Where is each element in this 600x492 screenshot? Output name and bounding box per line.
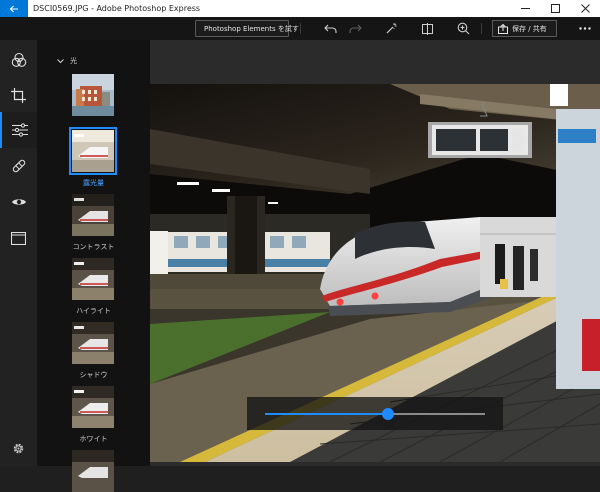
more-button[interactable] [576, 20, 594, 37]
thumb-label: シャドウ [79, 371, 108, 379]
contrast-thumbnail [72, 194, 114, 236]
undo-icon [323, 24, 337, 33]
exposure-slider-panel [247, 397, 503, 430]
window-title: DSCI0569.JPG - Adobe Photoshop Express [33, 4, 201, 13]
thumb-label: コントラスト [72, 243, 115, 251]
rail-item-filters[interactable] [0, 42, 37, 78]
close-icon [580, 4, 590, 13]
back-button[interactable] [0, 0, 28, 17]
exposure-slider-track[interactable] [265, 408, 485, 420]
rail-item-red-eye[interactable] [0, 184, 37, 220]
border-icon [11, 231, 26, 245]
redo-button[interactable] [346, 20, 364, 37]
whites-thumbnail [72, 386, 114, 428]
zoom-button[interactable] [454, 20, 472, 37]
auto-fix-button[interactable] [382, 20, 400, 37]
next-thumbnail [72, 450, 114, 492]
maximize-icon [550, 4, 560, 13]
magic-wand-icon [386, 23, 396, 34]
gear-icon [13, 443, 24, 453]
thumb-label: 露光量 [83, 179, 104, 187]
try-elements-label: Photoshop Elements を試す [204, 24, 299, 33]
thumb-label: ホワイト [79, 435, 108, 443]
exposure-slider-fill [265, 413, 388, 415]
zoom-in-icon [457, 22, 469, 35]
exposure-thumbnail [69, 127, 117, 175]
minimize-icon [520, 8, 530, 9]
settings-button[interactable] [0, 430, 37, 466]
app-toolbar: Photoshop Elements を試す 保存 / 共有 [0, 17, 600, 40]
rail-item-border[interactable] [0, 220, 37, 256]
filters-icon [11, 52, 26, 67]
adjustment-panel: 光 露光量 コントラスト ハイライト シャドウ ホワイト [37, 40, 150, 492]
try-elements-button[interactable]: Photoshop Elements を試す [195, 20, 299, 37]
save-share-button[interactable]: 保存 / 共有 [492, 20, 557, 37]
more-icon [579, 27, 591, 30]
red-eye-icon [11, 199, 26, 205]
redo-icon [348, 24, 362, 33]
rail-item-healing[interactable] [0, 148, 37, 184]
highlights-thumbnail [72, 258, 114, 300]
compare-button[interactable] [418, 20, 436, 37]
exposure-slider-knob[interactable] [382, 408, 394, 420]
maximize-button[interactable] [540, 0, 570, 17]
title-bar: DSCI0569.JPG - Adobe Photoshop Express [0, 0, 600, 17]
adjust-icon [11, 123, 28, 137]
thumb-label: ハイライト [76, 307, 111, 315]
tool-rail [0, 40, 37, 466]
section-header-light[interactable]: 光 [57, 56, 77, 66]
share-icon [498, 23, 508, 34]
toolbar-divider [481, 23, 482, 34]
rail-item-crop[interactable] [0, 77, 37, 113]
save-share-label: 保存 / 共有 [512, 24, 547, 33]
minimize-button[interactable] [510, 0, 540, 17]
section-label: 光 [70, 57, 77, 65]
rail-item-adjust[interactable] [0, 112, 37, 148]
compare-icon [421, 22, 433, 35]
building-thumbnail [72, 74, 114, 116]
healing-icon [12, 159, 25, 173]
shadows-thumbnail [72, 322, 114, 364]
chevron-down-icon [57, 58, 64, 63]
close-button[interactable] [570, 0, 600, 17]
toolbar-divider [300, 23, 301, 34]
image-canvas[interactable] [150, 40, 600, 466]
undo-button[interactable] [321, 20, 339, 37]
back-arrow-icon [9, 5, 18, 12]
crop-icon [11, 87, 26, 103]
